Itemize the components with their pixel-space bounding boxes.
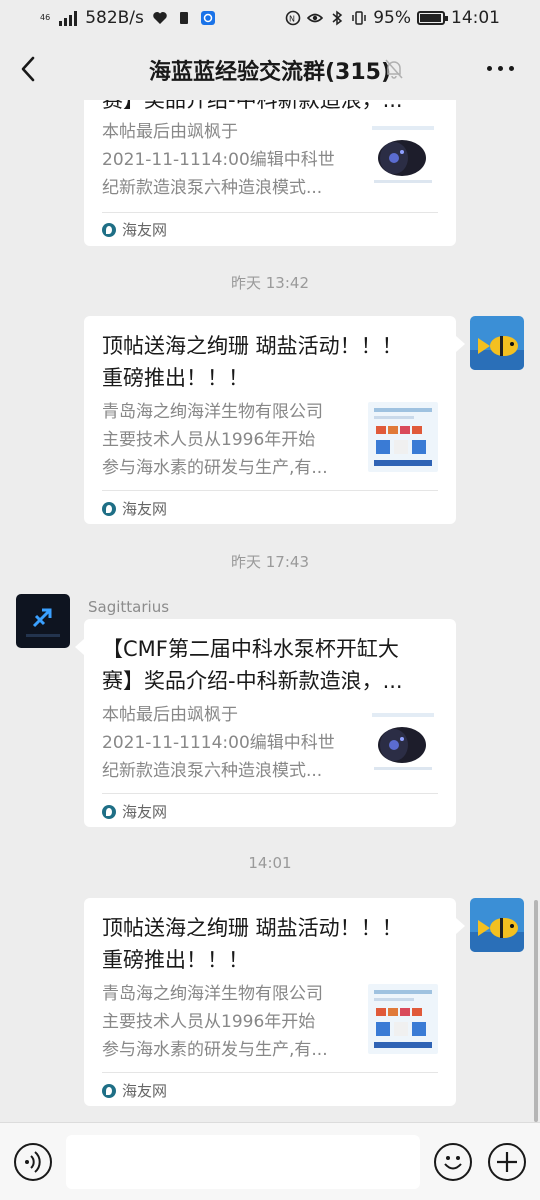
- vibrate-icon: [352, 11, 366, 25]
- nfc-icon: N: [285, 10, 301, 26]
- link-card[interactable]: 顶帖送海之绚珊 瑚盐活动！！！ 重磅推出！！！ 青岛海之绚海洋生物有限公司 主要技…: [84, 316, 456, 524]
- more-options-button[interactable]: [487, 66, 514, 71]
- link-source: 海友网: [102, 801, 167, 822]
- link-card-title: 重磅推出！！！: [102, 948, 249, 972]
- heart-icon: [153, 12, 167, 24]
- voice-input-button[interactable]: [14, 1143, 52, 1181]
- chat-title: 海蓝蓝经验交流群(315): [148, 60, 392, 85]
- link-source: 海友网: [102, 219, 167, 240]
- battery-icon: [417, 11, 448, 25]
- haiyou-logo-icon: [102, 804, 116, 819]
- link-card-title: 赛】奖品介绍-中科新款造浪，...: [102, 669, 403, 693]
- emoji-button[interactable]: [434, 1143, 472, 1181]
- pump-thumbnail-image: [368, 705, 438, 775]
- timestamp: 昨天 13:42: [231, 274, 309, 292]
- link-card-title: 【CMF第二届中科水泵杯开缸大: [102, 637, 399, 661]
- link-card-title: 顶帖送海之绚珊 瑚盐活动！！！: [102, 334, 403, 358]
- bubble-tail: [456, 336, 465, 352]
- haiyou-logo-icon: [102, 222, 116, 237]
- bluetooth-icon: [332, 10, 343, 26]
- link-card-title: 赛】奖品介绍-中科新款造浪，...: [102, 100, 403, 112]
- link-card-title: 顶帖送海之绚珊 瑚盐活动！！！: [102, 916, 403, 940]
- haiyou-logo-icon: [102, 1083, 116, 1098]
- emoji-icon: [444, 1156, 462, 1170]
- eye-icon: [307, 13, 324, 23]
- link-card[interactable]: 【CMF第二届中科水泵杯开缸大 赛】奖品介绍-中科新款造浪，... 本帖最后由飒…: [84, 619, 456, 827]
- network-type-indicator: 46: [40, 14, 50, 22]
- pump-thumbnail-image: [368, 118, 438, 188]
- timestamp: 14:01: [248, 854, 292, 872]
- clock: 14:01: [451, 8, 500, 28]
- link-card-description: 本帖最后由飒枫于 2021-11-1114:00编辑中科世 纪新款造浪泵六种造浪模式…: [102, 122, 335, 198]
- my-avatar-fish-image[interactable]: [470, 898, 524, 952]
- coral-salt-thumbnail-image: [368, 984, 438, 1054]
- voice-icon: [25, 1151, 41, 1173]
- sim-icon: [179, 12, 188, 24]
- signal-icon: [59, 10, 78, 26]
- sagittarius-avatar-image[interactable]: [16, 594, 70, 648]
- input-bar: [0, 1122, 540, 1200]
- link-card-title: 重磅推出！！！: [102, 366, 249, 390]
- network-speed: 582B/s: [85, 8, 144, 28]
- link-card-description: 青岛海之绚海洋生物有限公司 主要技术人员从1996年开始 参与海水素的研发与生产,有…: [102, 402, 328, 478]
- divider: [102, 1072, 438, 1073]
- link-card[interactable]: 顶帖送海之绚珊 瑚盐活动！！！ 重磅推出！！！ 青岛海之绚海洋生物有限公司 主要技…: [84, 898, 456, 1106]
- link-card-description: 青岛海之绚海洋生物有限公司 主要技术人员从1996年开始 参与海水素的研发与生产,有…: [102, 984, 328, 1060]
- network-type-label: 46: [40, 13, 51, 22]
- app-notification-icon: [200, 11, 215, 25]
- my-avatar-fish-image[interactable]: [470, 316, 524, 370]
- mute-bell-icon: [385, 59, 403, 79]
- message-input[interactable]: [66, 1135, 420, 1189]
- plus-icon: [497, 1152, 517, 1172]
- timestamp: 昨天 17:43: [231, 553, 309, 571]
- divider: [102, 212, 438, 213]
- link-card[interactable]: 赛】奖品介绍-中科新款造浪，... 本帖最后由飒枫于 2021-11-1114:0…: [84, 100, 456, 246]
- link-source: 海友网: [102, 1080, 167, 1101]
- link-card-description: 本帖最后由飒枫于 2021-11-1114:00编辑中科世 纪新款造浪泵六种造浪模式…: [102, 705, 335, 781]
- bubble-tail: [456, 918, 465, 934]
- status-bar: 46 582B/s N 95% 14:01: [0, 0, 540, 38]
- coral-salt-thumbnail-image: [368, 402, 438, 472]
- sender-name: Sagittarius: [88, 598, 170, 616]
- haiyou-logo-icon: [102, 501, 116, 516]
- chat-history[interactable]: 赛】奖品介绍-中科新款造浪，... 本帖最后由飒枫于 2021-11-1114:0…: [0, 100, 540, 1122]
- svg-text:N: N: [289, 15, 295, 24]
- more-actions-button[interactable]: [488, 1143, 526, 1181]
- battery-percent: 95%: [373, 8, 411, 28]
- chat-scrollbar[interactable]: [534, 900, 538, 1122]
- divider: [102, 793, 438, 794]
- bubble-tail: [75, 639, 84, 655]
- divider: [102, 490, 438, 491]
- link-source: 海友网: [102, 498, 167, 519]
- chat-header: 海蓝蓝经验交流群(315): [0, 38, 540, 100]
